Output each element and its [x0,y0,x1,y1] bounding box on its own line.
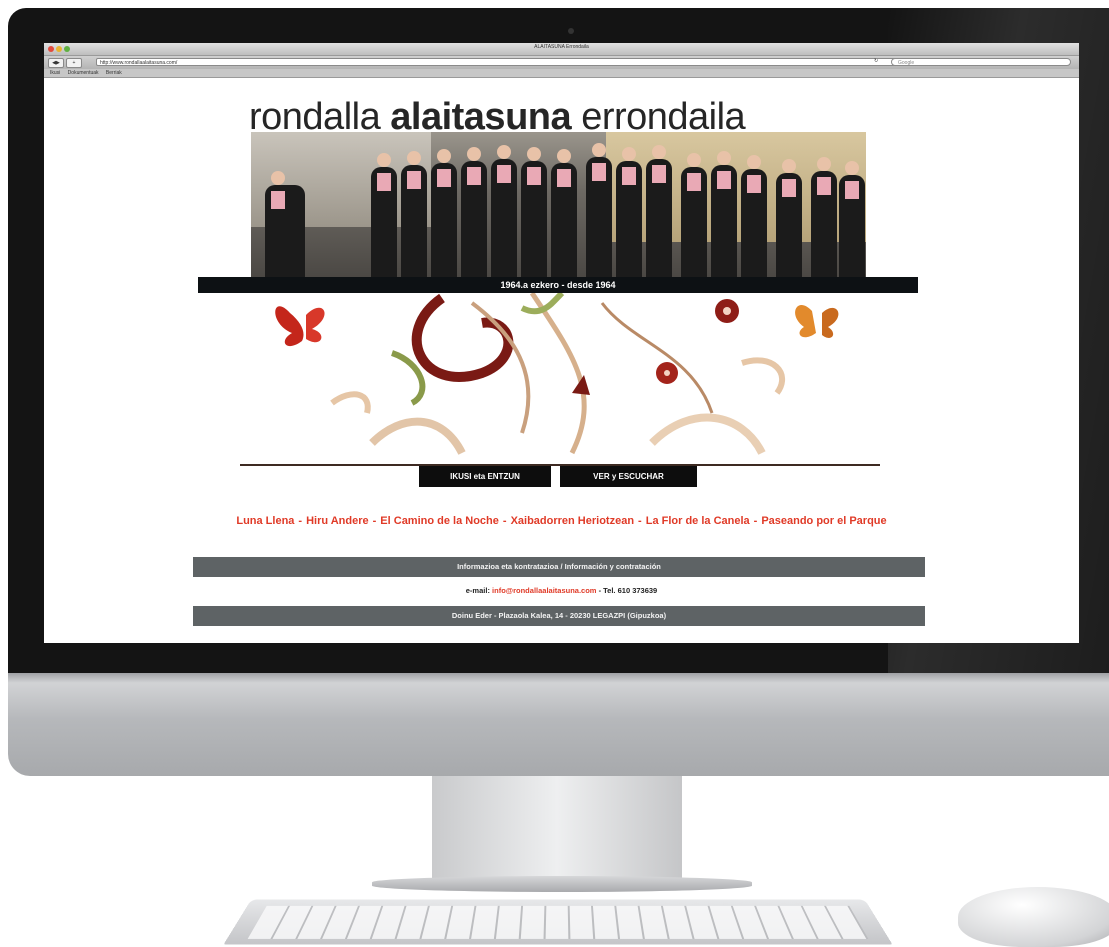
chin-shade [8,673,1109,683]
address-bar[interactable]: http://www.rondallaalaitasuna.com/ [96,58,926,66]
musician-figure [461,147,487,277]
monitor-stand-base [372,876,752,892]
window-title: ALAITASUNA Errondaila [534,44,589,50]
separator: - [638,515,642,527]
musician-figure [839,161,865,277]
info-heading-bar: Informazioa eta kontratazioa / Informaci… [193,557,925,577]
musician-figure [616,147,642,277]
email-link[interactable]: info@rondallaalaitasuna.com [492,586,596,595]
window-titlebar: ALAITASUNA Errondaila [44,43,1079,56]
song-link[interactable]: El Camino de la Noche [380,515,499,527]
bookmark-item[interactable]: Berriak [106,70,122,76]
song-link[interactable]: Hiru Andere [306,515,369,527]
browser-toolbar: ◀▶ + http://www.rondallaalaitasuna.com/ … [44,56,1079,69]
butterfly-icon [275,306,325,347]
address-bar-footer: Doinu Eder - Plazaola Kalea, 14 - 20230 … [193,606,925,626]
monitor-stand [432,776,682,884]
band-photo [251,132,866,277]
song-link[interactable]: Paseando por el Parque [761,515,886,527]
separator: - [502,515,507,527]
musician-figure [681,153,707,277]
phone-number: Tel. 610 373639 [603,586,658,595]
ver-escuchar-button[interactable]: VER y ESCUCHAR [560,466,697,487]
separator: - [753,515,758,527]
add-tab-icon[interactable]: + [66,58,82,68]
keyboard-keys [247,905,869,939]
separator: - [298,515,303,527]
musician-figure [371,153,397,277]
mouse [958,887,1109,947]
song-link[interactable]: Xaibadorren Heriotzean [511,515,634,527]
search-input[interactable]: Google [891,58,1071,66]
browser-screen: ALAITASUNA Errondaila ◀▶ + http://www.ro… [44,43,1079,643]
contact-line: e-mail: info@rondallaalaitasuna.com - Te… [44,586,1079,595]
back-icon[interactable]: ◀▶ [48,58,64,68]
musician-figure [776,159,802,277]
floral-ornament-icon [275,293,839,455]
song-link[interactable]: Luna Llena [236,515,294,527]
ikusi-entzun-button[interactable]: IKUSI eta ENTZUN [419,466,551,487]
musician-figure [741,155,767,277]
conductor-figure [265,171,305,277]
camera-icon [568,28,574,34]
reload-icon[interactable]: ↻ [874,58,878,64]
musician-figure [401,151,427,277]
musician-figure [586,143,612,277]
keyboard [223,899,893,945]
bookmark-item[interactable]: Ikusi [50,70,60,76]
musician-figure [521,147,547,277]
butterfly-icon [795,305,839,338]
musician-figure [711,151,737,277]
musician-figure [491,145,517,277]
musician-figure [431,149,457,277]
bookmarks-bar: Ikusi Dokumentuak Berriak [44,69,1079,78]
song-link[interactable]: La Flor de la Canela [646,515,750,527]
song-links: Luna Llena - Hiru Andere - El Camino de la N… [44,515,1079,527]
email-label: e-mail: [465,586,490,595]
musician-figure [811,157,837,277]
musician-figure [646,145,672,277]
monitor-chin [8,673,1109,776]
bookmark-item[interactable]: Dokumentuak [68,70,99,76]
web-page: rondalla alaitasuna errondaila 1964.a ez… [44,78,1079,643]
since-strip: 1964.a ezkero - desde 1964 [198,277,918,293]
separator: - [372,515,377,527]
musician-figure [551,149,577,277]
